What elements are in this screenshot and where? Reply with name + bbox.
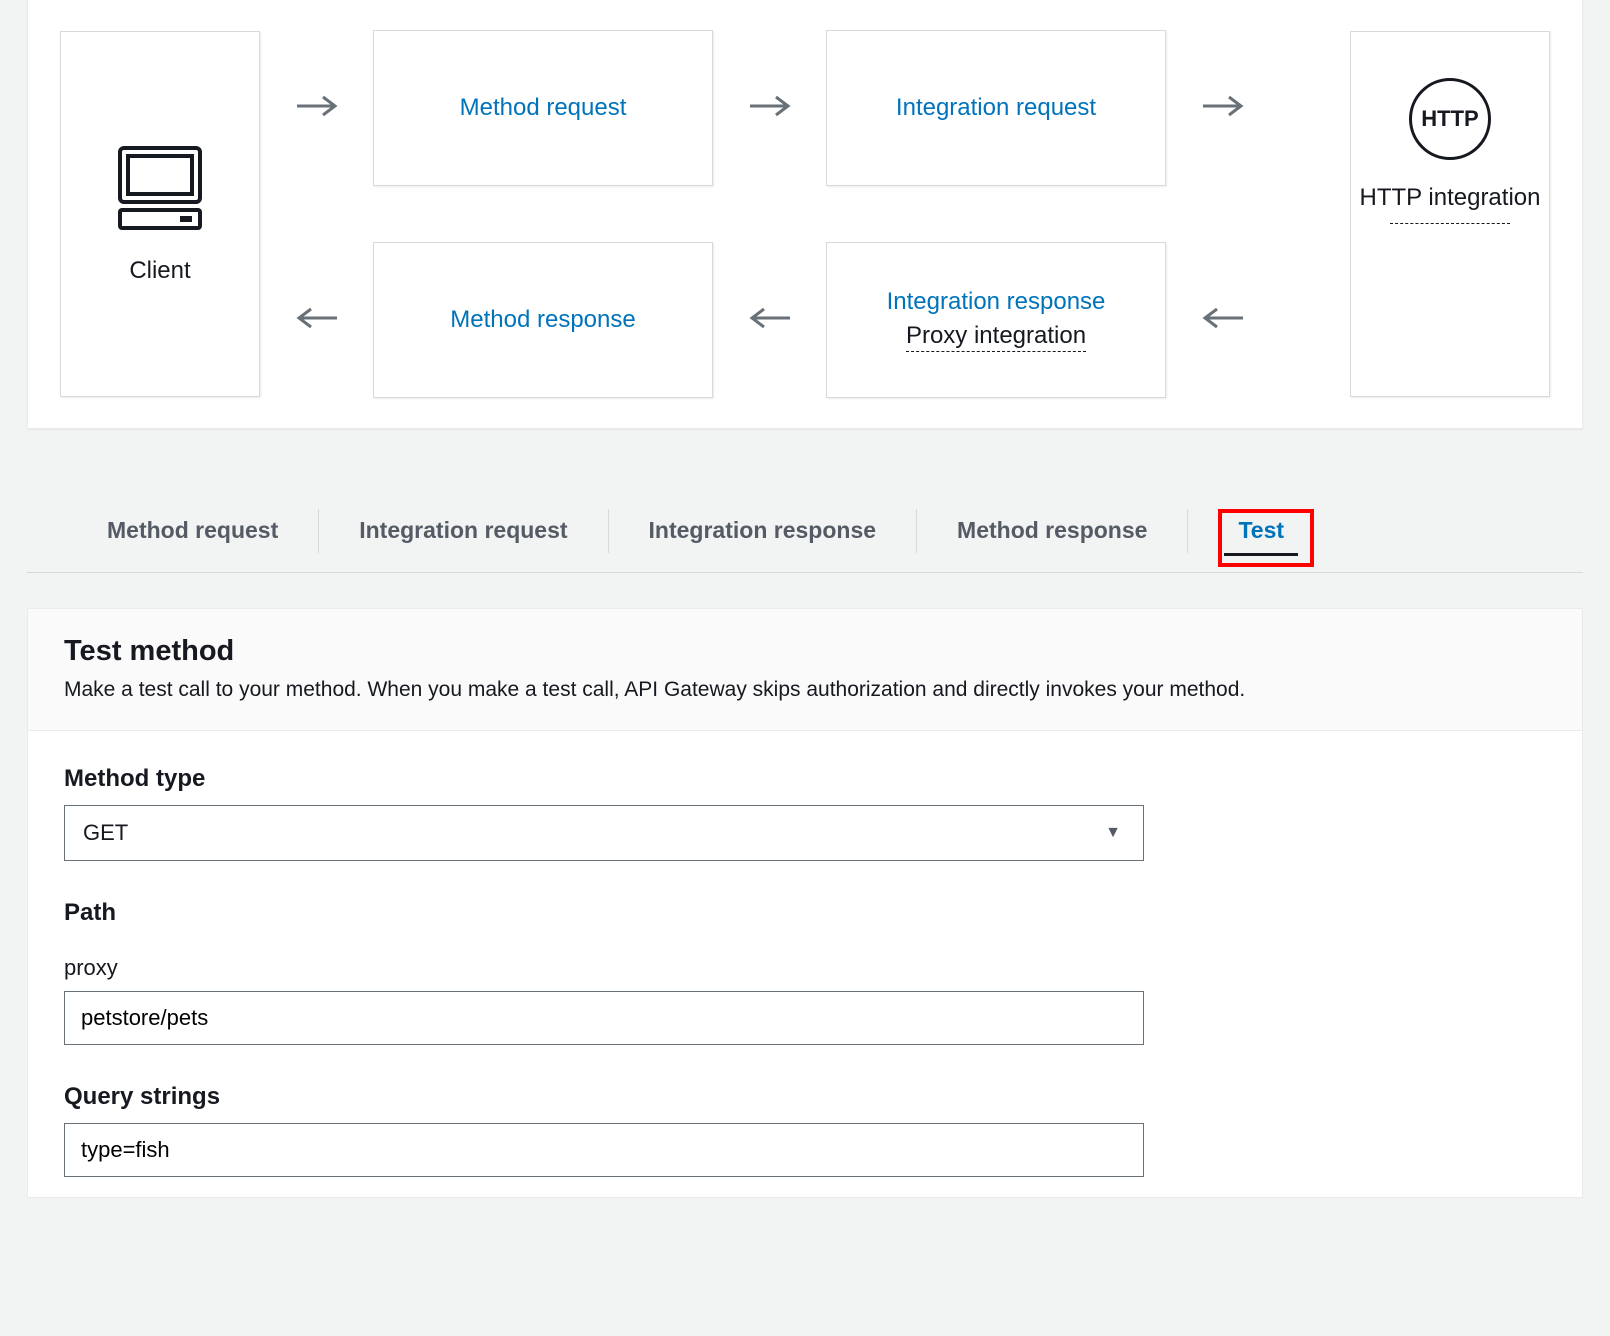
path-label: Path	[64, 899, 1546, 927]
arrow-left-icon	[1201, 306, 1245, 335]
arrow-left-icon	[748, 306, 792, 335]
integration-request-box[interactable]: Integration request	[826, 30, 1166, 186]
test-method-title: Test method	[64, 635, 1546, 668]
method-request-box[interactable]: Method request	[373, 30, 713, 186]
method-tabs: Method request Integration request Integ…	[27, 489, 1583, 573]
query-strings-input[interactable]	[64, 1123, 1144, 1177]
flow-container: Method request Integration request M	[260, 30, 1350, 398]
arrow-right-icon	[295, 94, 339, 123]
http-integration-box: HTTP HTTP integration	[1350, 31, 1550, 397]
tab-integration-response[interactable]: Integration response	[609, 509, 916, 553]
method-execution-diagram: Client Method request Integration reques…	[27, 0, 1583, 429]
arrow-right-icon	[748, 94, 792, 123]
test-method-panel: Test method Make a test call to your met…	[27, 608, 1583, 1198]
proxy-integration-label: Proxy integration	[906, 322, 1086, 352]
method-type-value: GET	[83, 820, 128, 846]
query-strings-label: Query strings	[64, 1083, 1546, 1111]
client-icon	[110, 144, 210, 239]
arrow-left-icon	[295, 306, 339, 335]
client-box: Client	[60, 31, 260, 397]
method-request-link[interactable]: Method request	[460, 94, 627, 122]
test-method-description: Make a test call to your method. When yo…	[64, 678, 1546, 702]
test-method-header: Test method Make a test call to your met…	[28, 609, 1582, 731]
arrow-right-icon	[1201, 94, 1245, 123]
tab-method-response[interactable]: Method response	[917, 509, 1187, 553]
client-label: Client	[129, 257, 190, 285]
integration-response-box[interactable]: Integration response Proxy integration	[826, 242, 1166, 398]
chevron-down-icon: ▼	[1105, 824, 1121, 842]
dashed-underline	[1390, 223, 1510, 224]
integration-response-link[interactable]: Integration response	[887, 288, 1106, 316]
method-type-label: Method type	[64, 765, 1546, 793]
http-icon: HTTP	[1409, 78, 1491, 160]
tab-integration-request[interactable]: Integration request	[319, 509, 607, 553]
tab-method-request[interactable]: Method request	[67, 509, 318, 553]
method-response-box[interactable]: Method response	[373, 242, 713, 398]
proxy-sub-label: proxy	[64, 955, 1546, 981]
integration-request-link[interactable]: Integration request	[896, 94, 1096, 122]
tab-test[interactable]: Test	[1224, 505, 1298, 556]
tab-separator	[1187, 509, 1188, 553]
method-type-select[interactable]: GET ▼	[64, 805, 1144, 861]
proxy-input[interactable]	[64, 991, 1144, 1045]
http-integration-label: HTTP integration	[1360, 178, 1541, 219]
method-response-link[interactable]: Method response	[450, 306, 635, 334]
